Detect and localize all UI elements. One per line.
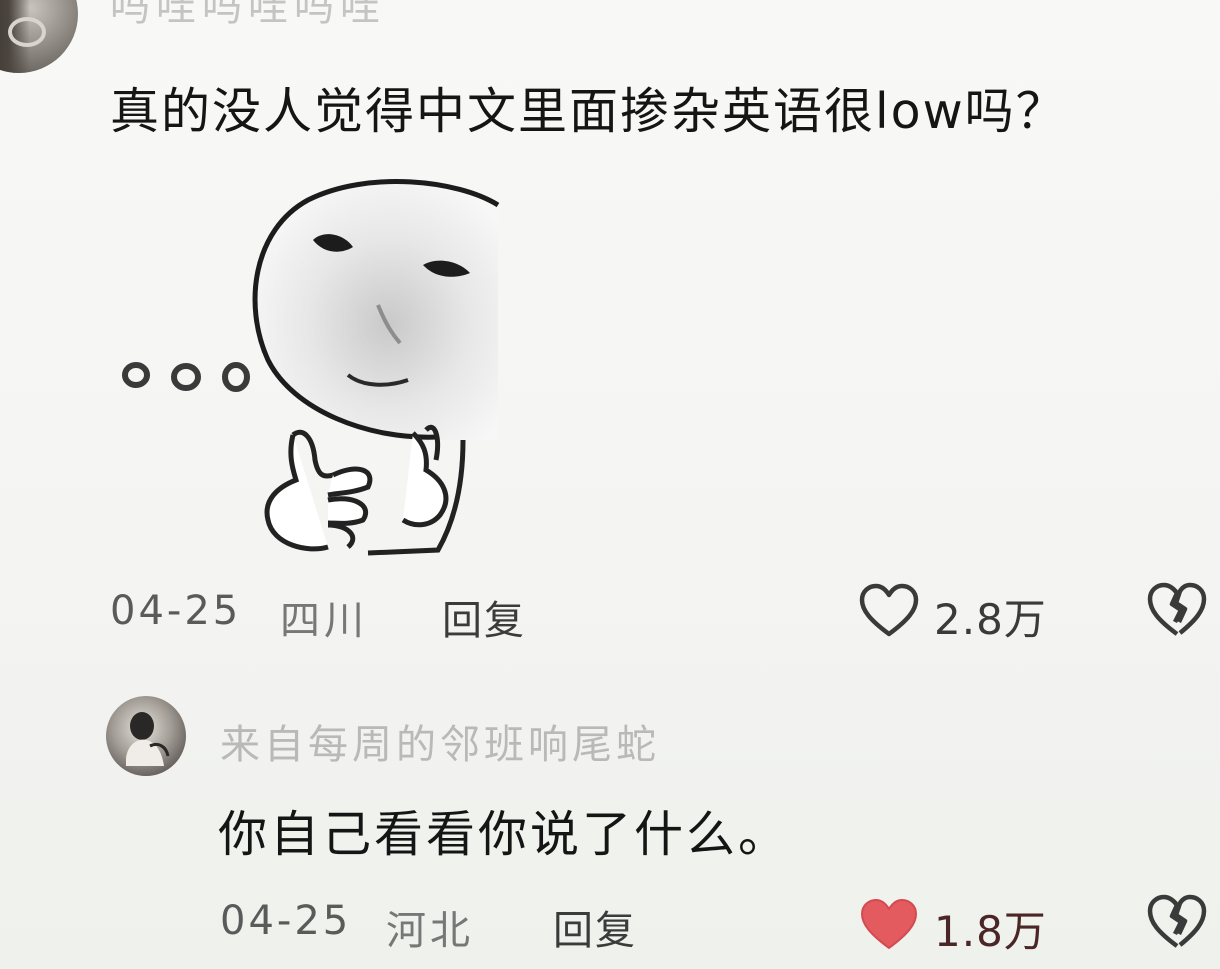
comment-location: 四川 <box>280 598 368 644</box>
reply-button[interactable]: 回复 <box>553 898 637 956</box>
broken-heart-icon[interactable] <box>1146 580 1208 640</box>
comment-location: 河北 <box>386 908 474 954</box>
avatar[interactable] <box>0 0 78 73</box>
comment-date: 04-25 <box>220 898 352 944</box>
avatar[interactable] <box>106 696 186 776</box>
comment-date: 04-25 <box>110 588 242 634</box>
like-count: 1.8万 <box>934 907 1047 956</box>
heart-icon[interactable] <box>858 582 920 640</box>
comment-text: 真的没人觉得中文里面掺杂英语很low吗？ <box>110 83 1067 140</box>
thinking-meme-sticker <box>122 179 500 556</box>
comment-text: 你自己看看你说了什么。 <box>218 806 791 863</box>
heart-icon[interactable] <box>858 896 920 954</box>
broken-heart-icon[interactable] <box>1146 892 1208 952</box>
reply-button[interactable]: 回复 <box>442 588 526 646</box>
comment-username[interactable]: 吗哇吗哇吗哇 <box>110 0 386 32</box>
comment-username[interactable]: 来自每周的邻班响尾蛇 <box>220 712 660 770</box>
comment-thread: 吗哇吗哇吗哇 真的没人觉得中文里面掺杂英语很low吗？ 04-25 四川 回复 … <box>0 0 1220 969</box>
like-count: 2.8万 <box>934 595 1047 644</box>
